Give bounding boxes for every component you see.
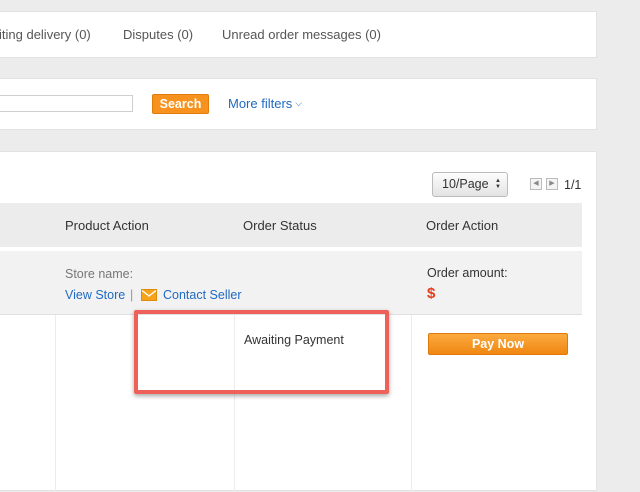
- store-name-label: Store name:: [65, 267, 134, 281]
- chevron-down-icon: ⌵: [295, 98, 303, 108]
- contact-seller-link[interactable]: Contact Seller: [163, 288, 242, 302]
- search-bar: Search More filters ⌵: [0, 78, 597, 130]
- link-separator: |: [130, 288, 134, 302]
- search-input[interactable]: [0, 95, 133, 112]
- more-filters-label: More filters: [228, 96, 293, 111]
- next-page-button[interactable]: ▶: [546, 178, 558, 190]
- page-size-value: 10/Page: [442, 177, 489, 191]
- table-header: Product Action Order Status Order Action: [0, 203, 582, 247]
- column-divider: [411, 315, 412, 492]
- search-button[interactable]: Search: [152, 94, 209, 114]
- tab-awaiting-delivery[interactable]: iting delivery (0): [0, 27, 91, 42]
- tab-disputes[interactable]: Disputes (0): [123, 27, 193, 42]
- highlight-box: [134, 310, 389, 394]
- envelope-icon[interactable]: [141, 289, 157, 301]
- column-header-order-action: Order Action: [426, 218, 499, 233]
- prev-page-button[interactable]: ◀: [530, 178, 542, 190]
- pay-now-button[interactable]: Pay Now: [428, 333, 568, 355]
- column-divider: [55, 315, 56, 492]
- order-amount-value: $: [427, 285, 436, 302]
- order-tabs-bar: iting delivery (0) Disputes (0) Unread o…: [0, 11, 597, 58]
- store-info-row: Store name: View Store | Contact Seller: [0, 251, 582, 315]
- page-indicator: 1/1: [564, 178, 582, 192]
- tab-unread-messages[interactable]: Unread order messages (0): [222, 27, 381, 42]
- more-filters-link[interactable]: More filters ⌵: [228, 96, 302, 111]
- select-arrows-icon: ▲ ▼: [495, 178, 501, 190]
- column-header-order-status: Order Status: [243, 218, 317, 233]
- view-store-link[interactable]: View Store: [65, 288, 125, 302]
- order-amount-label: Order amount:: [427, 266, 508, 280]
- page-size-select[interactable]: 10/Page ▲ ▼: [432, 172, 508, 197]
- column-header-product-action: Product Action: [65, 218, 149, 233]
